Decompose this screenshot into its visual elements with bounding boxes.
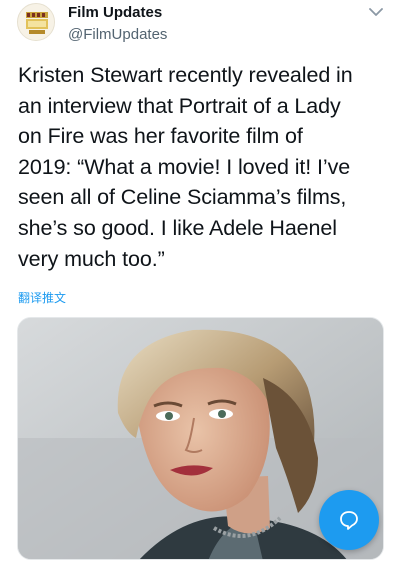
- translate-tweet-link[interactable]: 翻译推文: [18, 290, 66, 306]
- tweet-line: on Fire was her favorite film of: [18, 124, 303, 149]
- tweet-line: very much too.”: [18, 246, 165, 271]
- speech-bubble-icon: [340, 511, 358, 530]
- tweet-line: 2019: “What a movie! I loved it! I’ve: [18, 154, 351, 179]
- display-name[interactable]: Film Updates: [68, 4, 167, 22]
- chevron-down-icon[interactable]: [366, 4, 386, 20]
- tweet-line: Kristen Stewart recently revealed in: [18, 63, 353, 87]
- reply-fab-button[interactable]: [319, 490, 379, 550]
- film-updates-logo-icon: [18, 4, 54, 40]
- tweet-line: seen all of Celine Sciamma’s films,: [18, 185, 347, 210]
- avatar[interactable]: [17, 3, 55, 41]
- tweet-line: an interview that Portrait of a Lady: [18, 93, 341, 118]
- tweet-line: she’s so good. I like Adele Haenel: [18, 215, 337, 240]
- tweet-header: Film Updates @FilmUpdates: [0, 0, 400, 48]
- account-names: Film Updates @FilmUpdates: [68, 4, 167, 44]
- account-handle[interactable]: @FilmUpdates: [68, 25, 167, 44]
- tweet-text: Kristen Stewart recently revealed in an …: [18, 60, 388, 274]
